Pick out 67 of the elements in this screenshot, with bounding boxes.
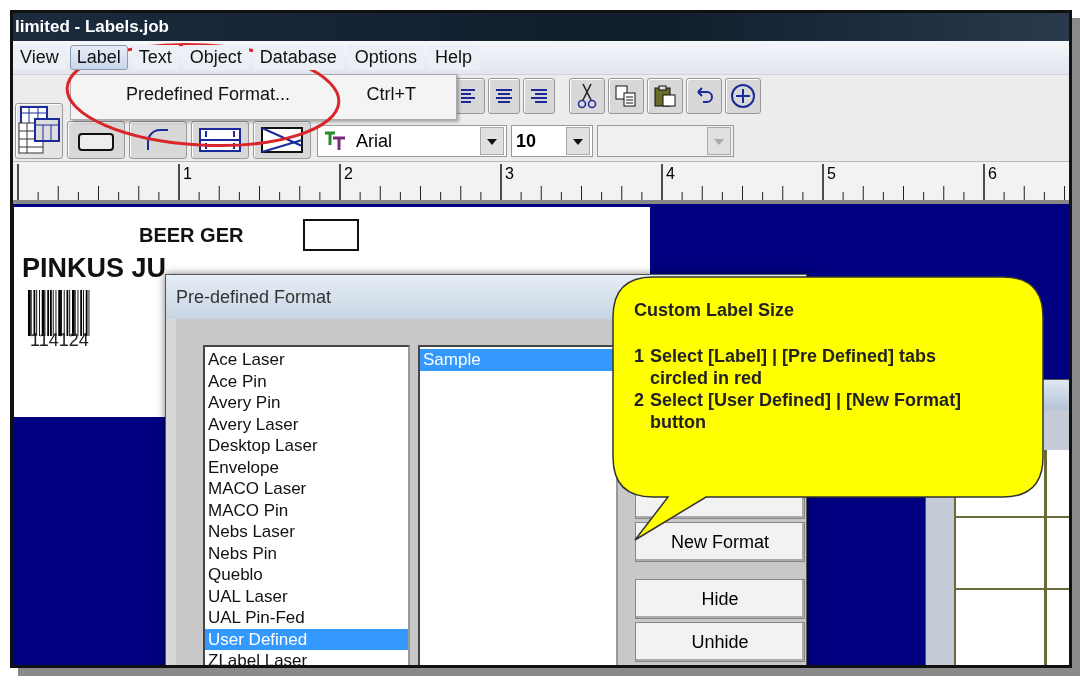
ruler-number: 2 [344,165,353,182]
cut-button[interactable] [569,78,605,114]
dialog-button[interactable]: Hide [635,579,805,619]
size-dropdown[interactable]: 10 [511,125,593,157]
scissors-icon [576,83,598,109]
layout-button[interactable] [191,121,249,159]
table-icon [17,105,61,157]
list-item[interactable]: Ace Laser [205,349,408,371]
list-item[interactable]: Ace Pin [205,370,408,392]
table-button[interactable] [15,103,63,159]
menu-item[interactable]: Label [69,45,128,70]
copy-button[interactable] [608,78,644,114]
ruler-number: 6 [988,165,997,182]
list-item[interactable]: Nebs Pin [205,542,408,564]
step-text: Select [Label] | [Pre Defined] tabs circled in red [650,345,938,389]
label-title: PINKUS JU [21,253,168,284]
shape-button[interactable] [253,121,311,159]
align-icon [494,87,514,105]
clipboard-icon [653,84,677,108]
ruler-number: 5 [827,165,836,182]
menu-option-label: Predefined Format... [126,84,291,105]
undo-button[interactable] [686,78,722,114]
ruler-number: 4 [666,165,675,182]
menu-item[interactable]: Help [427,45,479,70]
shortcut-text: Ctrl+T [366,84,416,105]
target-icon [729,82,757,110]
dialog-button[interactable]: New Format [635,522,805,562]
list-item[interactable]: Avery Pin [205,392,408,414]
menu-item[interactable]: Text [131,45,179,70]
menu-item[interactable]: Object [182,45,249,70]
menu-item[interactable]: Options [347,45,424,70]
menu-item[interactable]: View [13,45,66,70]
step-number: 1 [634,345,644,368]
list-item[interactable]: MACO Laser [205,478,408,500]
empty-field-box [303,219,360,251]
list-item[interactable]: MACO Pin [205,499,408,521]
step-text: Select [User Defined] | [New Format] button [650,389,963,433]
font-size: 10 [515,130,538,152]
menu-option[interactable]: Predefined Format... Ctrl+T [71,75,456,105]
align-button[interactable] [488,78,520,114]
list-item[interactable]: Nebs Laser [205,521,408,543]
window-title: limited - Labels.job [14,17,169,37]
copy-icon [614,84,638,108]
align-icon [529,87,549,105]
list-item[interactable]: UAL Pin-Fed [205,607,408,629]
ruler-number: 3 [505,165,514,182]
ruler-number: 1 [183,165,192,182]
step-number: 2 [634,389,644,412]
dialog-button[interactable]: Unhide [635,622,805,662]
list-item[interactable]: Queblo [205,564,408,586]
menu-item[interactable]: Database [252,45,344,70]
font-name: Arial [355,130,393,152]
paste-button[interactable] [647,78,683,114]
shape-icon [260,126,304,154]
list-item[interactable]: UAL Laser [205,585,408,607]
list-item[interactable]: Avery Laser [205,413,408,435]
curve-button[interactable] [129,121,187,159]
align-button[interactable] [523,78,555,114]
list-item[interactable]: Envelope [205,456,408,478]
list-item[interactable]: Desktop Laser [205,435,408,457]
label-heading: BEER GER [139,223,244,247]
dialog-title: Pre-defined Format [175,286,332,308]
font-dropdown[interactable]: Arial [317,125,507,157]
layout-icon [198,127,242,153]
rotate-button[interactable] [725,78,761,114]
barcode-number: 114124 [29,330,90,351]
callout-title: Custom Label Size [634,300,796,321]
